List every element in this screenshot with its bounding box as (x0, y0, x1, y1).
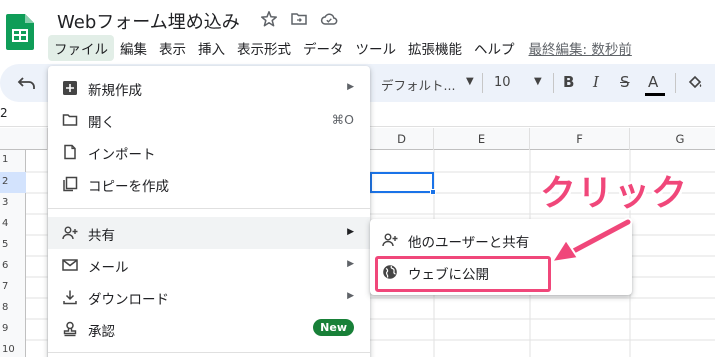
row-header[interactable]: 6 (0, 260, 26, 271)
document-title[interactable]: Webフォーム埋め込み (57, 8, 240, 34)
share-person-icon (382, 233, 398, 247)
toolbar-divider (482, 73, 483, 93)
click-annotation: クリック (540, 173, 689, 214)
row-header[interactable]: 2 (0, 176, 26, 187)
font-family-select[interactable]: デフォルト... (381, 75, 455, 94)
import-icon (64, 144, 76, 160)
submenu-arrow-icon: ▶ (347, 291, 354, 301)
menu-item-label: 開く (88, 115, 115, 131)
row-header[interactable]: 4 (0, 218, 26, 229)
menu-insert[interactable]: 挿入 (192, 35, 231, 61)
row-header[interactable]: 8 (0, 302, 26, 313)
text-color-button[interactable]: A (648, 73, 658, 91)
spreadsheet-app: Webフォーム埋め込み ファイル 編集 表示 挿入 表示形式 データ ツール 拡… (0, 0, 715, 357)
column-header-g[interactable]: G (630, 128, 715, 150)
menu-file[interactable]: ファイル (48, 35, 114, 61)
star-icon[interactable] (260, 10, 278, 28)
column-header-d[interactable]: D (370, 128, 434, 150)
annotation-arrow-icon (551, 217, 633, 263)
submenu-arrow-icon: ▶ (347, 227, 354, 237)
menu-bar: ファイル 編集 表示 挿入 表示形式 データ ツール 拡張機能 ヘルプ 最終編集… (48, 35, 632, 61)
row-header[interactable]: 7 (0, 281, 26, 292)
menu-item-label: メール (88, 260, 129, 276)
highlight-box (375, 256, 551, 292)
submenu-arrow-icon: ▶ (347, 259, 354, 269)
submenu-item-label: 他のユーザーと共有 (408, 235, 530, 251)
toolbar-divider (553, 73, 554, 93)
folder-icon (62, 114, 78, 126)
row-header[interactable]: 5 (0, 239, 26, 250)
new-badge: New (313, 319, 354, 336)
last-edit-link[interactable]: 最終編集: 数秒前 (529, 38, 632, 58)
text-color-swatch (645, 93, 665, 96)
menu-item-label: ダウンロード (88, 292, 169, 308)
share-person-icon (62, 226, 78, 240)
menu-item-download[interactable]: ダウンロード ▶ (48, 281, 370, 313)
name-box[interactable]: 2 (0, 106, 8, 120)
mail-icon (62, 259, 78, 271)
fill-color-icon[interactable] (686, 74, 704, 92)
menu-item-make-copy[interactable]: コピーを作成 (48, 168, 370, 200)
menu-item-label: コピーを作成 (88, 179, 169, 195)
row-header[interactable]: 1 (0, 154, 26, 165)
italic-button[interactable]: I (593, 73, 599, 91)
sheets-logo-icon[interactable] (6, 14, 34, 50)
menu-data[interactable]: データ (297, 35, 350, 61)
menu-view[interactable]: 表示 (153, 35, 192, 61)
file-menu: 新規作成 ▶ 開く ⌘O インポート コピーを作成 共有 ▶ メール ▶ ダウン… (48, 66, 370, 357)
approval-icon (63, 321, 77, 337)
column-header-e[interactable]: E (434, 128, 530, 150)
menu-tools[interactable]: ツール (350, 35, 403, 61)
fill-handle[interactable] (430, 189, 436, 195)
move-folder-icon[interactable] (290, 10, 308, 28)
copy-icon (63, 176, 78, 192)
menu-separator (48, 208, 370, 209)
menu-help[interactable]: ヘルプ (468, 35, 521, 61)
cloud-status-icon[interactable] (320, 10, 338, 28)
menu-item-label: 新規作成 (88, 83, 142, 99)
menu-item-email[interactable]: メール ▶ (48, 249, 370, 281)
menu-extensions[interactable]: 拡張機能 (402, 35, 468, 61)
caret-down-icon[interactable]: ▼ (466, 76, 474, 87)
download-icon (63, 290, 77, 305)
menu-item-approvals[interactable]: 承認 New (48, 313, 370, 345)
menu-item-label: 承認 (88, 324, 115, 340)
menu-separator (48, 352, 370, 353)
menu-item-label: 共有 (88, 228, 115, 244)
submenu-arrow-icon: ▶ (347, 82, 354, 92)
column-header[interactable] (26, 128, 48, 150)
menu-shortcut: ⌘O (331, 112, 354, 127)
row-header[interactable]: 3 (0, 197, 26, 208)
font-size-input[interactable]: 10 (494, 75, 511, 90)
row-header[interactable]: 10 (0, 344, 26, 355)
column-header-f[interactable]: F (530, 128, 630, 150)
row-header[interactable]: 9 (0, 323, 26, 334)
menu-format[interactable]: 表示形式 (231, 35, 297, 61)
menu-item-share[interactable]: 共有 ▶ (48, 217, 370, 249)
menu-item-label: インポート (88, 147, 156, 163)
menu-item-open[interactable]: 開く ⌘O (48, 104, 370, 136)
strikethrough-button[interactable]: S (620, 73, 630, 91)
menu-item-import[interactable]: インポート (48, 136, 370, 168)
menu-item-new[interactable]: 新規作成 ▶ (48, 72, 370, 104)
title-actions (260, 10, 338, 28)
new-icon (63, 81, 77, 95)
undo-icon[interactable] (17, 75, 37, 91)
bold-button[interactable]: B (563, 73, 574, 91)
caret-down-icon[interactable]: ▼ (534, 76, 542, 87)
menu-edit[interactable]: 編集 (114, 35, 153, 61)
toolbar-divider (675, 73, 676, 93)
selected-cell[interactable] (370, 172, 434, 193)
